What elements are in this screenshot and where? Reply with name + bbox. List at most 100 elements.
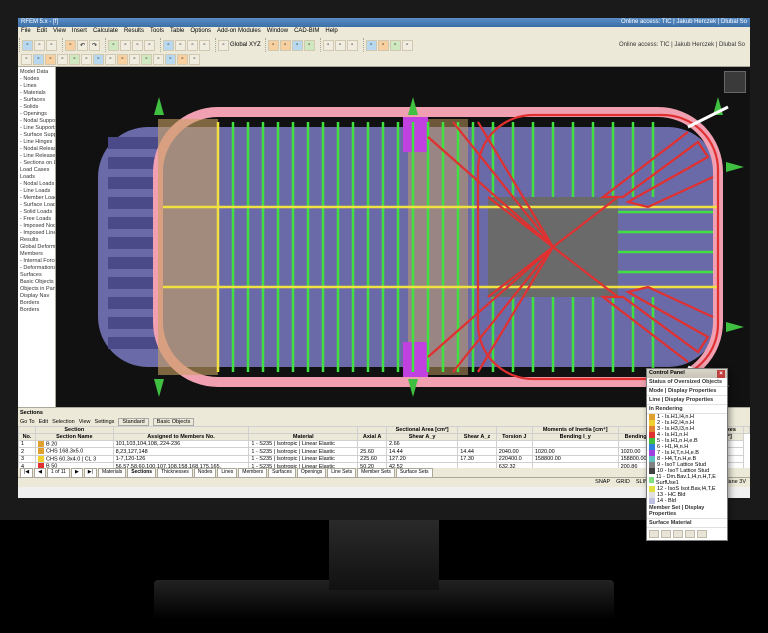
tool-print-icon[interactable]: ▫ — [65, 40, 76, 51]
nav-item[interactable]: - Surface Supports — [20, 132, 53, 138]
tool-h-icon[interactable]: ▫ — [366, 40, 377, 51]
status-grid[interactable]: GRID — [616, 479, 630, 486]
nav-item[interactable]: - Imposed Line Deformations — [20, 230, 53, 236]
nav-item[interactable]: - Nodes — [20, 76, 53, 82]
tool-iso-icon[interactable]: ▫ — [163, 40, 174, 51]
menu-table[interactable]: Table — [170, 28, 184, 36]
nav-item[interactable]: Surfaces — [20, 272, 53, 278]
tool2-a-icon[interactable]: ▫ — [21, 54, 32, 65]
table-nav-last[interactable]: ▶| — [84, 468, 97, 477]
nav-item[interactable]: - Sections on Load — [20, 160, 53, 166]
tab-lines[interactable]: Lines — [217, 468, 237, 477]
view-cube-icon[interactable] — [724, 71, 746, 93]
table-tabs[interactable]: |◀ ◀ 1 of 11 ▶ ▶| Materials Sections Thi… — [18, 468, 750, 477]
table-basic-select[interactable]: Basic Objects — [153, 418, 195, 426]
tool-a-icon[interactable]: ▫ — [268, 40, 279, 51]
menu-cadbim[interactable]: CAD-BIM — [294, 28, 319, 36]
tool2-d-icon[interactable]: ▫ — [57, 54, 68, 65]
close-icon[interactable]: × — [717, 370, 725, 378]
menubar[interactable]: File Edit View Insert Calculate Results … — [18, 27, 750, 37]
nav-item[interactable]: - Materials — [20, 90, 53, 96]
nav-item[interactable]: Basic Objects — [20, 279, 53, 285]
nav-item[interactable]: - Line Releases — [20, 153, 53, 159]
table-nav-first[interactable]: |◀ — [20, 468, 33, 477]
tool-g-icon[interactable]: ▫ — [347, 40, 358, 51]
nav-item[interactable]: Load Cases — [20, 167, 53, 173]
control-panel[interactable]: Control Panel × Status of Oversized Obje… — [646, 368, 728, 541]
nav-item[interactable]: - Openings — [20, 111, 53, 117]
nav-item[interactable]: - Lines — [20, 83, 53, 89]
menu-window[interactable]: Window — [267, 28, 288, 36]
nav-item[interactable]: - Nodal Loads — [20, 181, 53, 187]
nav-item[interactable]: - Imposed Nodal Deformations — [20, 223, 53, 229]
tool-k-icon[interactable]: ▫ — [402, 40, 413, 51]
tool-undo-icon[interactable]: ↶ — [77, 40, 88, 51]
menu-addons[interactable]: Add-on Modules — [217, 28, 261, 36]
tab-sections[interactable]: Sections — [127, 468, 156, 477]
sections-table[interactable]: SectionSectional Area [cm²]Moments of In… — [18, 426, 750, 468]
table-row[interactable]: 3CHS 60.3x4.0 | CL 31-7,120-1261 - S235 … — [19, 455, 750, 462]
tool-i-icon[interactable]: ▫ — [378, 40, 389, 51]
tool2-c-icon[interactable]: ▫ — [45, 54, 56, 65]
tool-xy-icon[interactable]: ▫ — [175, 40, 186, 51]
tool-f-icon[interactable]: ▫ — [335, 40, 346, 51]
table-btn-settings[interactable]: Settings — [95, 419, 115, 425]
tool-c-icon[interactable]: ▫ — [292, 40, 303, 51]
tool-cs-icon[interactable]: ▫ — [218, 40, 229, 51]
cp-pip-icon[interactable] — [649, 530, 659, 538]
tab-members[interactable]: Members — [238, 468, 267, 477]
tool-save-icon[interactable]: ▫ — [46, 40, 57, 51]
tab-openings[interactable]: Openings — [297, 468, 326, 477]
tool-yz-icon[interactable]: ▫ — [199, 40, 210, 51]
tool-j-icon[interactable]: ▫ — [390, 40, 401, 51]
model-viewport[interactable] — [56, 67, 750, 407]
nav-item[interactable]: - Line Hinges — [20, 139, 53, 145]
tab-surfacesets[interactable]: Surface Sets — [396, 468, 433, 477]
nav-item[interactable]: Borders — [20, 300, 53, 306]
tool-fit-icon[interactable]: ▫ — [144, 40, 155, 51]
tool-open-icon[interactable]: ▫ — [34, 40, 45, 51]
tool-e-icon[interactable]: ▫ — [323, 40, 334, 51]
menu-tools[interactable]: Tools — [150, 28, 164, 36]
menu-view[interactable]: View — [53, 28, 66, 36]
cp-color-row[interactable]: 11 - Dm.Bav.1,I4,n.H,T,E SurfUse1 — [647, 474, 727, 486]
nav-item[interactable]: Loads — [20, 174, 53, 180]
cp-pip-icon[interactable] — [697, 530, 707, 538]
nav-item[interactable]: - Nodal Supports — [20, 118, 53, 124]
tab-surfaces[interactable]: Surfaces — [268, 468, 296, 477]
menu-file[interactable]: File — [21, 28, 31, 36]
tool2-m-icon[interactable]: ▫ — [165, 54, 176, 65]
tool-new-icon[interactable]: ▫ — [22, 40, 33, 51]
tab-nodes[interactable]: Nodes — [194, 468, 216, 477]
table-btn-selection[interactable]: Selection — [52, 419, 75, 425]
nav-item[interactable]: - Member Loads — [20, 195, 53, 201]
nav-item[interactable]: - Solids — [20, 104, 53, 110]
tool2-f-icon[interactable]: ▫ — [81, 54, 92, 65]
nav-item[interactable]: Objects in Parts — [20, 286, 53, 292]
table-row[interactable]: 2CHS 168.3x5.08,23,127,1481 - S235 | Iso… — [19, 448, 750, 455]
tool-b-icon[interactable]: ▫ — [280, 40, 291, 51]
nav-item[interactable]: - Line Loads — [20, 188, 53, 194]
nav-item[interactable]: - Internal Forces — [20, 258, 53, 264]
tool-pan-icon[interactable]: ▫ — [120, 40, 131, 51]
tool2-b-icon[interactable]: ▫ — [33, 54, 44, 65]
tool-rotate-icon[interactable]: ▫ — [132, 40, 143, 51]
tool2-n-icon[interactable]: ▫ — [177, 54, 188, 65]
tool2-g-icon[interactable]: ▫ — [93, 54, 104, 65]
menu-insert[interactable]: Insert — [72, 28, 87, 36]
nav-item[interactable]: - Surfaces — [20, 97, 53, 103]
navigator-panel[interactable]: Model Data- Nodes- Lines- Materials- Sur… — [18, 67, 56, 407]
tool2-j-icon[interactable]: ▫ — [129, 54, 140, 65]
nav-item[interactable]: Display Nav — [20, 293, 53, 299]
table-btn-edit[interactable]: Edit — [39, 419, 48, 425]
table-nav-prev[interactable]: ◀ — [34, 468, 46, 477]
tab-membersets[interactable]: Member Sets — [357, 468, 395, 477]
tool-d-icon[interactable]: ▫ — [304, 40, 315, 51]
menu-help[interactable]: Help — [325, 28, 337, 36]
tool-xz-icon[interactable]: ▫ — [187, 40, 198, 51]
tool2-i-icon[interactable]: ▫ — [117, 54, 128, 65]
tool-redo-icon[interactable]: ↷ — [89, 40, 100, 51]
menu-options[interactable]: Options — [190, 28, 211, 36]
nav-item[interactable]: - Free Loads — [20, 216, 53, 222]
tab-thicknesses[interactable]: Thicknesses — [157, 468, 193, 477]
